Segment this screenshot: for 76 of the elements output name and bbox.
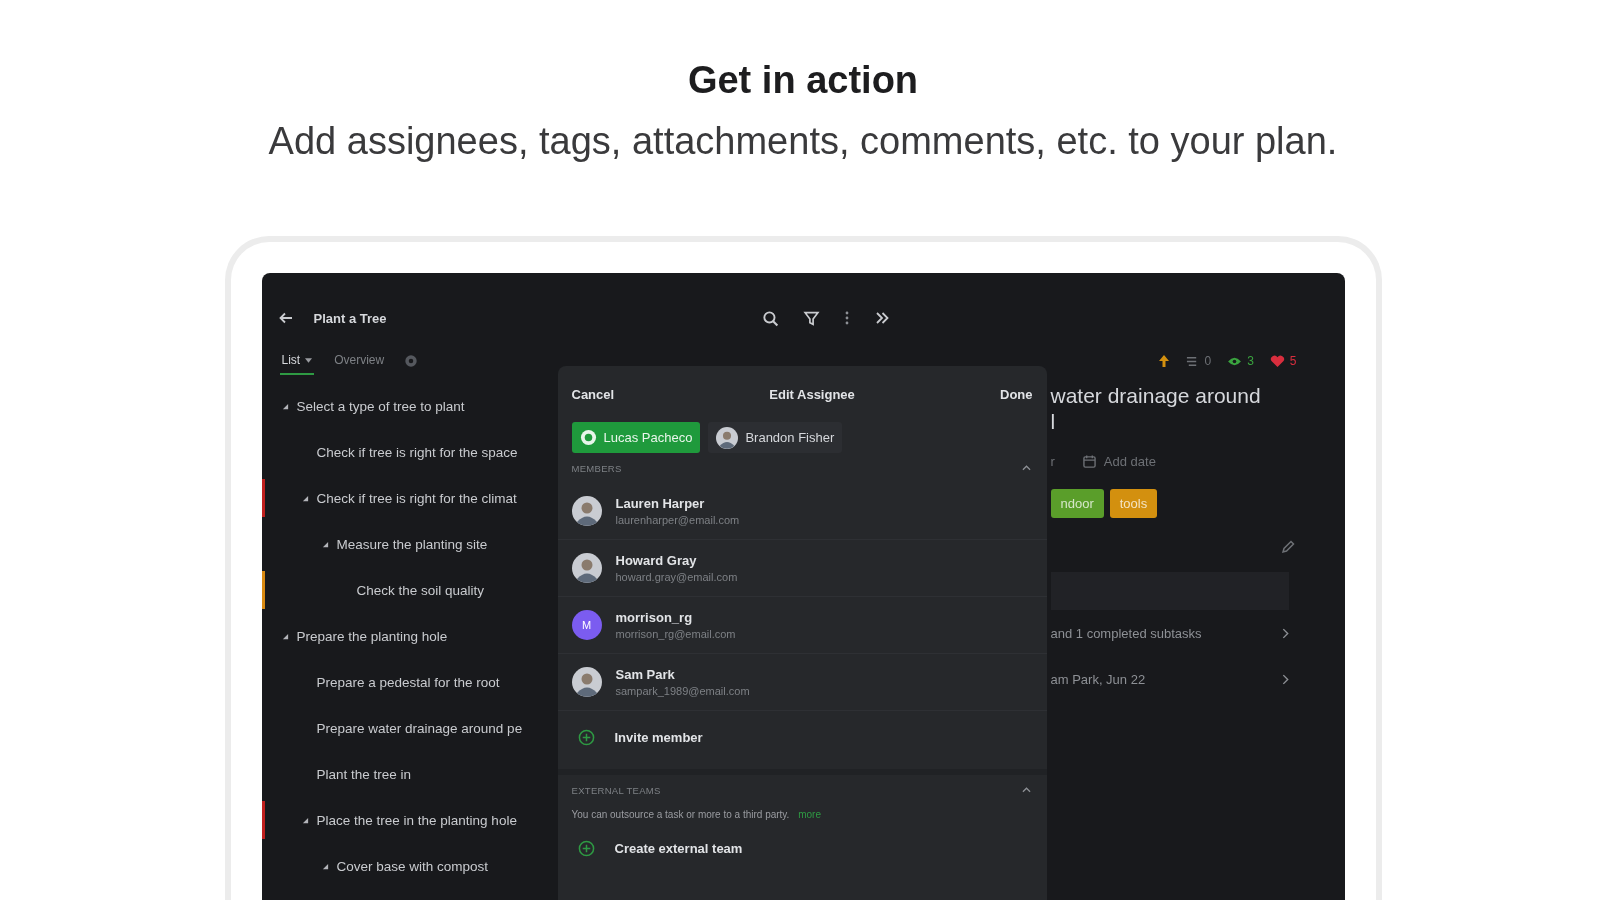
heading: Get in action (686, 58, 920, 103)
member-name: Sam Park (615, 667, 676, 682)
task-title[interactable]: Check if tree is right for the space (316, 444, 518, 460)
teams-note: You can outsource a task or more to a third party. more (571, 809, 822, 820)
avatar (716, 426, 739, 449)
caret-icon[interactable] (321, 540, 329, 548)
chevron-right-icon[interactable] (1281, 673, 1289, 685)
task-title: l (1050, 409, 1057, 435)
subheading: Add assignees, tags, attachments, comments, etc. to your plan. (267, 119, 1339, 164)
caret-icon[interactable] (321, 862, 329, 870)
detail-link[interactable]: and 1 completed subtasks (1050, 625, 1202, 641)
eye-icon (1227, 355, 1243, 367)
caret-icon[interactable] (301, 816, 309, 824)
filter-icon[interactable] (802, 309, 820, 327)
up-arrow-icon (1158, 354, 1171, 368)
cancel-button[interactable]: Cancel (569, 382, 617, 406)
add-date-link[interactable]: Add date (1103, 453, 1156, 469)
stat-count: 3 (1247, 354, 1254, 368)
section-label: MEMBERS (571, 462, 622, 474)
board-title: Plant a Tree (313, 310, 387, 326)
search-icon[interactable] (761, 309, 779, 327)
member-name: morrison_rg (615, 610, 694, 625)
task-title[interactable]: Select a type of tree to plant (296, 398, 465, 414)
member-item[interactable]: Howard Gray howard.gray@email.com (557, 540, 1047, 597)
ring-icon (579, 429, 597, 446)
caret-icon[interactable] (281, 402, 289, 410)
task-title: water drainage around (1050, 383, 1262, 409)
plus-circle-icon (577, 839, 595, 857)
task-title[interactable]: Plant the tree in (316, 766, 412, 782)
assignee-chip[interactable]: Brandon Fisher (708, 422, 843, 453)
member-name: Lauren Harper (615, 496, 706, 511)
detail-link[interactable]: am Park, Jun 22 (1050, 671, 1146, 687)
assignee-text[interactable]: r (1050, 453, 1055, 469)
plus-circle-icon (577, 728, 595, 746)
avatar (571, 553, 602, 583)
member-email: sampark_1989@email.com (615, 685, 750, 697)
stat-count: 5 (1289, 354, 1297, 368)
caret-icon[interactable] (281, 632, 289, 640)
dialog-title: Edit Assignee (769, 386, 855, 402)
heart-icon (1269, 354, 1285, 368)
back-arrow-icon[interactable] (277, 310, 294, 326)
double-chevron-icon[interactable] (873, 310, 890, 326)
task-title[interactable]: Prepare a pedestal for the root (316, 674, 500, 690)
member-email: howard.gray@email.com (615, 571, 738, 583)
settings-icon[interactable] (404, 354, 419, 368)
more-icon[interactable] (843, 310, 850, 326)
avatar: M (571, 610, 602, 640)
view-tab[interactable]: List (279, 347, 315, 375)
caret-icon[interactable] (1021, 465, 1031, 471)
pencil-icon[interactable] (1280, 540, 1295, 554)
task-title[interactable]: Prepare water drainage around pe (316, 720, 523, 736)
member-email: morrison_rg@email.com (615, 628, 736, 640)
task-title[interactable]: Place the tree in the planting hole (316, 812, 517, 828)
section-label: EXTERNAL TEAMS (571, 784, 661, 796)
more-link[interactable]: more (798, 809, 821, 820)
chevron-right-icon[interactable] (1281, 627, 1289, 639)
done-button[interactable]: Done (998, 382, 1035, 406)
task-title[interactable]: Check if tree is right for the climat (316, 490, 517, 506)
member-name: Howard Gray (615, 553, 698, 568)
avatar (571, 496, 602, 526)
caret-icon[interactable] (301, 494, 309, 502)
member-item[interactable]: Lauren Harper laurenharper@email.com (557, 483, 1047, 540)
task-title[interactable]: Check the soil quality (356, 582, 485, 598)
add-item[interactable]: Invite member (557, 711, 1047, 763)
member-item[interactable]: Sam Park sampark_1989@email.com (557, 654, 1047, 711)
stat-count: 0 (1204, 354, 1212, 368)
caret-icon[interactable] (1021, 787, 1031, 793)
add-item[interactable]: Create external team (557, 822, 1047, 874)
member-email: laurenharper@email.com (615, 514, 740, 526)
task-title[interactable]: Cover base with compost (336, 858, 489, 874)
calendar-icon[interactable] (1082, 454, 1096, 468)
task-title[interactable]: Measure the planting site (336, 536, 488, 552)
task-title[interactable]: Prepare the planting hole (296, 628, 448, 644)
avatar (571, 667, 602, 697)
view-tab[interactable]: Overview (332, 347, 387, 375)
member-item[interactable]: M morrison_rg morrison_rg@email.com (557, 597, 1047, 654)
